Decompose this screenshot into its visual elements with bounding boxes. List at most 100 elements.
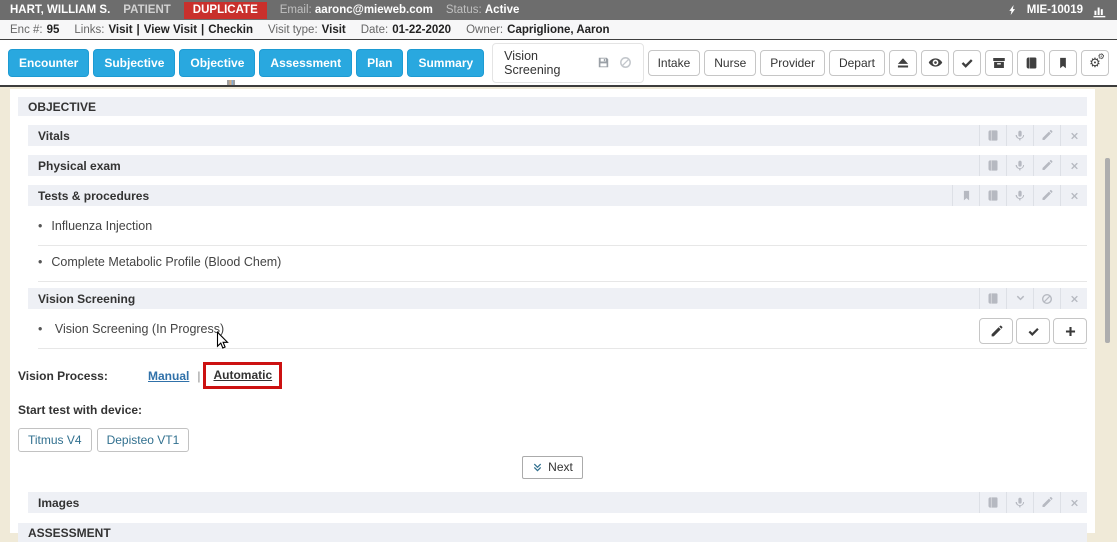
journal-icon[interactable] <box>979 155 1006 176</box>
patient-status: Status: Active <box>446 4 520 16</box>
visit-date: Date: 01-22-2020 <box>361 24 451 36</box>
link-separator: | <box>197 369 200 383</box>
provider-button[interactable]: Provider <box>760 50 825 76</box>
titmus-v4-button[interactable]: Titmus V4 <box>18 428 92 452</box>
status-label: Status: <box>446 4 482 16</box>
status-value: Active <box>485 4 520 16</box>
next-button[interactable]: Next <box>522 456 583 479</box>
encounter-toolbar: Encounter Subjective Objective Assessmen… <box>0 40 1117 87</box>
bookmark-icon[interactable] <box>952 185 979 206</box>
pencil-icon[interactable] <box>979 318 1013 344</box>
bookmark-icon[interactable] <box>1049 50 1077 76</box>
chart-icon[interactable] <box>1092 3 1107 18</box>
tab-encounter[interactable]: Encounter <box>8 49 89 77</box>
plus-icon[interactable] <box>1053 318 1087 344</box>
physical-exam-label: Physical exam <box>28 155 131 176</box>
vision-screening-item[interactable]: Vision Screening (In Progress) <box>38 313 1087 349</box>
archive-icon[interactable] <box>985 50 1013 76</box>
tab-summary[interactable]: Summary <box>407 49 484 77</box>
chevron-down-icon[interactable] <box>1006 288 1033 309</box>
ban-icon[interactable] <box>619 56 632 69</box>
vision-item-actions <box>979 318 1087 344</box>
close-icon[interactable] <box>1060 185 1087 206</box>
depart-button[interactable]: Depart <box>829 50 885 76</box>
email-value: aaronc@mieweb.com <box>315 4 433 16</box>
patient-header-bar: HART, WILLIAM S. PATIENT DUPLICATE Email… <box>0 0 1117 20</box>
email-label: Email: <box>280 4 312 16</box>
encounter-content-panel: OBJECTIVE Vitals Physical exam Tests & p… <box>10 89 1095 533</box>
encounter-links: Links: Visit | View Visit | Checkin <box>74 24 253 36</box>
patient-name: HART, WILLIAM S. <box>10 4 110 16</box>
duplicate-badge[interactable]: DUPLICATE <box>184 2 267 19</box>
close-icon[interactable] <box>1060 155 1087 176</box>
tab-objective[interactable]: Objective <box>179 49 255 77</box>
check-icon[interactable] <box>953 50 981 76</box>
link-visit[interactable]: Visit <box>108 24 132 36</box>
nurse-button[interactable]: Nurse <box>704 50 756 76</box>
patient-email: Email: aaronc@mieweb.com <box>280 4 433 16</box>
eject-icon[interactable] <box>889 50 917 76</box>
device-buttons-row: Titmus V4 Depisteo VT1 <box>18 428 1087 452</box>
automatic-highlight-box: Automatic <box>203 362 282 389</box>
check-icon[interactable] <box>1016 318 1050 344</box>
start-test-label: Start test with device: <box>18 403 1087 417</box>
vision-screening-label: Vision Screening <box>28 288 145 309</box>
journal-icon[interactable] <box>1017 50 1045 76</box>
enc-number: Enc #: 95 <box>10 24 59 36</box>
pencil-icon[interactable] <box>1033 125 1060 146</box>
tab-subjective[interactable]: Subjective <box>93 49 175 77</box>
visit-owner: Owner: Capriglione, Aaron <box>466 24 610 36</box>
list-item[interactable]: Influenza Injection <box>38 210 1087 246</box>
close-icon[interactable] <box>1060 492 1087 513</box>
tests-procedures-section-bar[interactable]: Tests & procedures <box>28 185 1087 206</box>
visit-type: Visit type: Visit <box>268 24 346 36</box>
physical-exam-section-bar[interactable]: Physical exam <box>28 155 1087 176</box>
images-label: Images <box>28 492 89 513</box>
tab-plan[interactable]: Plan <box>356 49 403 77</box>
pencil-icon[interactable] <box>1033 155 1060 176</box>
tests-procedures-label: Tests & procedures <box>28 185 159 206</box>
intake-button[interactable]: Intake <box>648 50 701 76</box>
vision-process-row: Vision Process: Manual | Automatic <box>18 362 1087 389</box>
vitals-section-bar[interactable]: Vitals <box>28 125 1087 146</box>
pencil-icon[interactable] <box>1033 492 1060 513</box>
link-view-visit[interactable]: View Visit <box>144 24 197 36</box>
ban-icon[interactable] <box>1033 288 1060 309</box>
journal-icon[interactable] <box>979 125 1006 146</box>
close-icon[interactable] <box>1060 125 1087 146</box>
link-checkin[interactable]: Checkin <box>208 24 253 36</box>
vision-screening-list: Vision Screening (In Progress) <box>38 313 1087 349</box>
close-icon[interactable] <box>1060 288 1087 309</box>
manual-link[interactable]: Manual <box>148 369 189 383</box>
microphone-icon[interactable] <box>1006 125 1033 146</box>
save-icon[interactable] <box>597 56 610 69</box>
tests-procedures-list: Influenza Injection Complete Metabolic P… <box>38 210 1087 282</box>
double-chevron-down-icon <box>532 462 543 473</box>
automatic-link[interactable]: Automatic <box>213 368 272 382</box>
images-section-bar[interactable]: Images <box>28 492 1087 513</box>
objective-section-header[interactable]: OBJECTIVE <box>18 97 1087 116</box>
microphone-icon[interactable] <box>1006 155 1033 176</box>
journal-icon[interactable] <box>979 185 1006 206</box>
vision-screening-section-bar[interactable]: Vision Screening <box>28 288 1087 309</box>
vertical-scrollbar-thumb[interactable] <box>1105 158 1110 343</box>
vision-process-label: Vision Process: <box>18 369 148 383</box>
tab-assessment[interactable]: Assessment <box>259 49 352 77</box>
active-document-box: Vision Screening <box>492 43 643 83</box>
system-id: MIE-10019 <box>1027 4 1083 16</box>
journal-icon[interactable] <box>979 288 1006 309</box>
clipped-scroll-fragment <box>227 80 235 85</box>
patient-type-label: PATIENT <box>123 4 171 16</box>
depisteo-vt1-button[interactable]: Depisteo VT1 <box>97 428 190 452</box>
eye-icon[interactable] <box>921 50 949 76</box>
pencil-icon[interactable] <box>1033 185 1060 206</box>
next-button-row: Next <box>18 456 1087 479</box>
cogs-icon[interactable]: ⚙⚙ <box>1081 50 1109 76</box>
list-item[interactable]: Complete Metabolic Profile (Blood Chem) <box>38 246 1087 282</box>
microphone-icon[interactable] <box>1006 185 1033 206</box>
microphone-icon[interactable] <box>1006 492 1033 513</box>
encounter-info-bar: Enc #: 95 Links: Visit | View Visit | Ch… <box>0 20 1117 40</box>
lightning-bolt-icon[interactable] <box>1007 3 1018 17</box>
journal-icon[interactable] <box>979 492 1006 513</box>
active-document-title: Vision Screening <box>504 49 587 77</box>
